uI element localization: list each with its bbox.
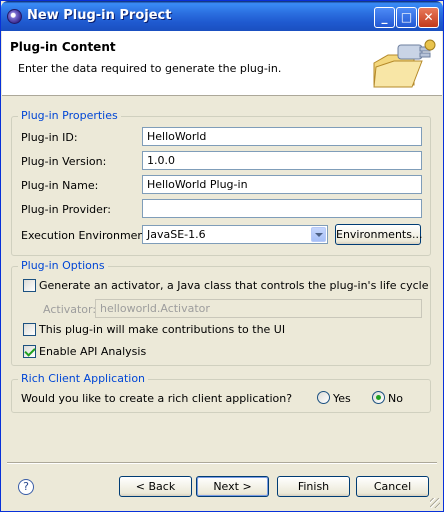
page-description: Enter the data required to generate the … (18, 62, 282, 75)
page-title: Plug-in Content (10, 40, 116, 54)
ui-contributions-label[interactable]: This plug-in will make contributions to … (39, 323, 285, 336)
rcp-yes-label[interactable]: Yes (333, 392, 351, 405)
environments-button[interactable]: Environments... (335, 224, 422, 245)
cancel-button[interactable]: Cancel (356, 476, 429, 497)
eclipse-logo-icon (7, 9, 22, 24)
ui-contributions-checkbox[interactable] (23, 323, 36, 336)
execution-environment-combo[interactable]: JavaSE-1.6 (142, 225, 328, 244)
maximize-icon: □ (400, 10, 413, 24)
execution-environment-value: JavaSE-1.6 (147, 228, 206, 241)
title-bar[interactable]: New Plug-in Project _ □ ✕ (1, 1, 443, 31)
maximize-button[interactable]: □ (396, 7, 417, 28)
generate-activator-checkbox[interactable] (23, 279, 36, 292)
wizard-header: Plug-in Content Enter the data required … (2, 31, 442, 96)
back-button[interactable]: < Back (119, 476, 192, 497)
rcp-no-radio[interactable] (372, 391, 385, 404)
combo-arrow-icon[interactable] (311, 227, 326, 242)
plugin-provider-label: Plug-in Provider: (21, 203, 111, 216)
plugin-version-label: Plug-in Version: (21, 155, 107, 168)
plugin-options-legend: Plug-in Options (18, 259, 108, 272)
help-icon[interactable]: ? (18, 479, 34, 495)
rich-client-legend: Rich Client Application (18, 372, 149, 385)
plugin-id-label: Plug-in ID: (21, 131, 78, 144)
plugin-id-field[interactable]: HelloWorld (142, 127, 422, 146)
plugin-properties-legend: Plug-in Properties (18, 109, 121, 122)
dialog-window: New Plug-in Project _ □ ✕ Plug-in Conten… (0, 0, 444, 512)
window-title: New Plug-in Project (27, 8, 172, 23)
plugin-banner-icon (370, 37, 436, 91)
rcp-yes-radio[interactable] (317, 391, 330, 404)
execution-environment-label: Execution Environment: (21, 229, 153, 242)
rich-client-question: Would you like to create a rich client a… (21, 392, 293, 405)
plugin-provider-field[interactable] (142, 199, 422, 218)
api-analysis-label[interactable]: Enable API Analysis (39, 345, 146, 358)
next-button[interactable]: Next > (196, 476, 269, 497)
close-button[interactable]: ✕ (418, 7, 439, 28)
resize-grip-icon[interactable] (430, 498, 440, 508)
close-icon: ✕ (423, 10, 434, 24)
footer-separator (7, 462, 437, 464)
plugin-name-label: Plug-in Name: (21, 179, 99, 192)
minimize-icon: _ (381, 10, 388, 24)
api-analysis-checkbox[interactable] (23, 345, 36, 358)
activator-field: helloworld.Activator (95, 299, 422, 318)
rcp-no-label[interactable]: No (388, 392, 403, 405)
plugin-name-field[interactable]: HelloWorld Plug-in (142, 175, 422, 194)
generate-activator-label[interactable]: Generate an activator, a Java class that… (39, 279, 428, 292)
finish-button[interactable]: Finish (277, 476, 350, 497)
activator-label: Activator: (43, 303, 97, 316)
minimize-button[interactable]: _ (374, 7, 395, 28)
plugin-version-field[interactable]: 1.0.0 (142, 151, 422, 170)
